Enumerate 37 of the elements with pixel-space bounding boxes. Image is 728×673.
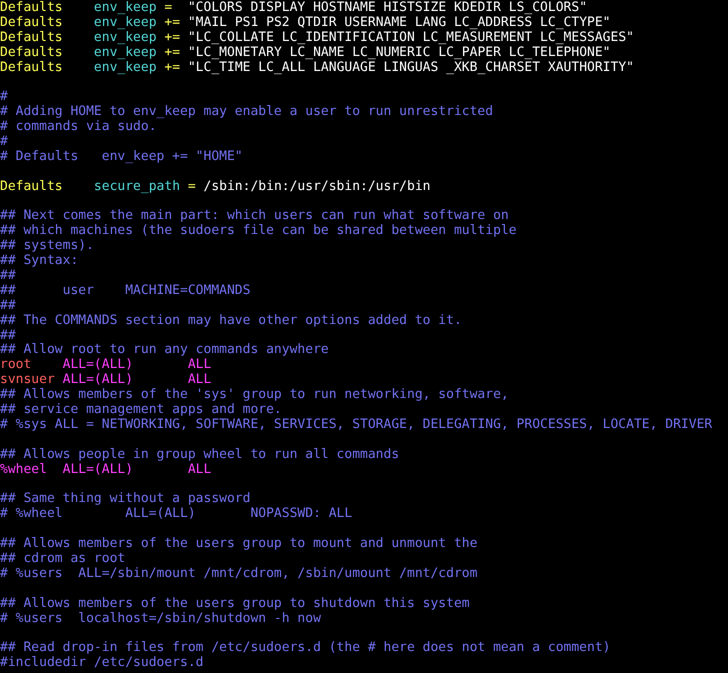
code-line: svnsuer ALL=(ALL) ALL xyxy=(0,373,212,388)
code-line: # %wheel ALL=(ALL) NOPASSWD: ALL xyxy=(0,507,352,522)
code-line: #includedir /etc/sudoers.d xyxy=(0,656,204,672)
code-line: Defaults secure_path = /sbin:/bin:/usr/sbin:/usr/bin xyxy=(0,180,430,195)
code-line: ## xyxy=(0,269,16,284)
code-line: Defaults env_keep += "LC_COLLATE LC_IDENTIFICATION LC_MEASUREMENT LC_MESSAGES" xyxy=(0,30,634,46)
code-line: ## The COMMANDS section may have other options added to it. xyxy=(0,314,462,329)
code-line: ## user MACHINE=COMMANDS xyxy=(0,284,250,299)
code-line: # xyxy=(0,135,8,150)
code-line: ## Allow root to run any commands anywhere xyxy=(0,343,329,358)
code-line: # xyxy=(0,90,8,106)
code-line: ## Allows members of the 'sys' group to run networking, software, xyxy=(0,388,509,403)
code-line: ## Read drop-in files from /etc/sudoers.d (the # here does not mean a comment) xyxy=(0,641,610,656)
code-line: ## xyxy=(0,298,16,314)
code-line: ## cdrom as root xyxy=(0,552,126,567)
code-line: ## Same thing without a password xyxy=(0,492,250,507)
code-line: %wheel ALL=(ALL) ALL xyxy=(0,462,212,478)
code-line: # Defaults env_keep += "HOME" xyxy=(0,150,243,165)
code-line: # Adding HOME to env_keep may enable a user to run unrestricted xyxy=(0,105,494,120)
code-line: ## systems). xyxy=(0,239,94,254)
code-line: ## Syntax: xyxy=(0,254,78,270)
code-line: # %users ALL=/sbin/mount /mnt/cdrom, /sbin/umount /mnt/cdrom xyxy=(0,566,478,582)
code-line: ## Next comes the main part: which users can run what software on xyxy=(0,209,509,224)
code-line: Defaults env_keep += "LC_MONETARY LC_NAME LC_NUMERIC LC_PAPER LC_TELEPHONE" xyxy=(0,46,610,61)
code-line: # commands via sudo. xyxy=(0,120,157,136)
code-line: Defaults env_keep = "COLORS DISPLAY HOSTNAME HISTSIZE KDEDIR LS_COLORS" xyxy=(0,1,588,16)
code-line: ## Allows members of the users group to shutdown this system xyxy=(0,596,470,612)
code-line: ## Allows people in group wheel to run all commands xyxy=(0,448,400,463)
code-line: ## Allows members of the users group to mount and unmount the xyxy=(0,537,478,552)
code-line: # %users localhost=/sbin/shutdown -h now xyxy=(0,612,321,626)
code-line: Defaults env_keep += "MAIL PS1 PS2 QTDIR USERNAME LANG LC_ADDRESS LC_CTYPE" xyxy=(0,16,610,31)
code-line: ## which machines (the sudoers file can be shared between multiple xyxy=(0,224,517,239)
code-line: root ALL=(ALL) ALL xyxy=(0,358,212,373)
code-line: # %sys ALL = NETWORKING, SOFTWARE, SERVICES, STORAGE, DELEGATING, PROCESSES, LOCATE, DRIVER xyxy=(0,418,712,433)
code-line: ## service management apps and more. xyxy=(0,403,282,418)
code-line: ## xyxy=(0,328,16,344)
code-line: Defaults env_keep += "LC_TIME LC_ALL LANGUAGE LINGUAS _XKB_CHARSET XAUTHORITY" xyxy=(0,60,634,76)
